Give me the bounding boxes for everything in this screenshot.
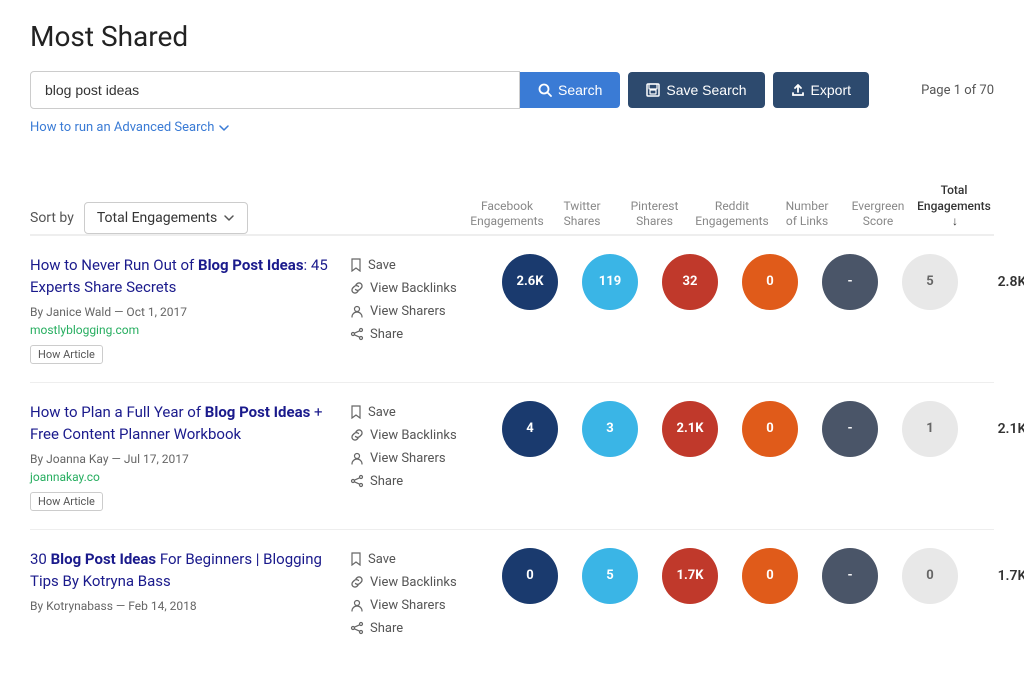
pinterest-metric-2: 2.1K (662, 401, 718, 457)
export-icon (791, 83, 805, 97)
share-icon (350, 621, 364, 635)
total-metric-1: 2.8K (982, 274, 1024, 290)
result-meta-3: By Kotrynabass — Feb 14, 2018 (30, 599, 340, 613)
share-action-3[interactable]: Share (350, 621, 470, 636)
sort-controls: Sort by Total Engagements (30, 192, 248, 234)
search-bar: Search Save Search Export Page 1 of 70 (30, 71, 994, 109)
result-title-3[interactable]: 30 Blog Post Ideas For Beginners | Blogg… (30, 548, 340, 593)
page-title: Most Shared (30, 20, 994, 53)
advanced-search-link[interactable]: How to run an Advanced Search (30, 120, 230, 135)
results-list: How to Never Run Out of Blog Post Ideas:… (30, 235, 994, 662)
save-icon (646, 83, 660, 97)
col-total: Total Engagements ↓ (914, 183, 994, 234)
result-actions-3: Save View Backlinks View Sharers Share (350, 548, 470, 644)
reddit-metric-3: 0 (742, 548, 798, 604)
links-metric-1: - (822, 254, 878, 310)
result-title-1[interactable]: How to Never Run Out of Blog Post Ideas:… (30, 254, 340, 299)
reddit-metric-2: 0 (742, 401, 798, 457)
result-content-2: How to Plan a Full Year of Blog Post Ide… (30, 401, 340, 511)
share-action-2[interactable]: Share (350, 474, 470, 489)
person-icon (350, 598, 364, 612)
save-action-2[interactable]: Save (350, 405, 470, 420)
page-info: Page 1 of 70 (921, 83, 994, 98)
evergreen-metric-3: 0 (902, 548, 958, 604)
col-evergreen: Evergreen Score (842, 199, 914, 234)
columns-header: Facebook Engagements Twitter Shares Pint… (467, 183, 994, 234)
table-row: How to Never Run Out of Blog Post Ideas:… (30, 235, 994, 382)
view-sharers-action-1[interactable]: View Sharers (350, 304, 470, 319)
result-title-2[interactable]: How to Plan a Full Year of Blog Post Ide… (30, 401, 340, 446)
bookmark-icon (350, 552, 362, 566)
metrics-1: 2.6K 119 32 0 - 5 2.8K (490, 254, 1024, 310)
result-tag-2: How Article (30, 492, 103, 511)
save-search-button[interactable]: Save Search (628, 72, 764, 108)
col-reddit: Reddit Engagements (692, 199, 772, 234)
col-twitter: Twitter Shares (547, 199, 617, 234)
twitter-metric-3: 5 (582, 548, 638, 604)
result-actions-1: Save View Backlinks View Sharers Share (350, 254, 470, 350)
links-metric-3: - (822, 548, 878, 604)
result-meta-2: By Joanna Kay — Jul 17, 2017 (30, 452, 340, 466)
metrics-2: 4 3 2.1K 0 - 1 2.1K (490, 401, 1024, 457)
table-row: How to Plan a Full Year of Blog Post Ide… (30, 382, 994, 529)
share-action-1[interactable]: Share (350, 327, 470, 342)
view-sharers-action-2[interactable]: View Sharers (350, 451, 470, 466)
header-sort-row: Sort by Total Engagements Facebook Engag… (30, 173, 994, 235)
link-icon (350, 428, 364, 442)
result-actions-2: Save View Backlinks View Sharers Share (350, 401, 470, 497)
facebook-metric-3: 0 (502, 548, 558, 604)
pinterest-metric-3: 1.7K (662, 548, 718, 604)
chevron-down-icon (218, 122, 230, 134)
sort-dropdown[interactable]: Total Engagements (84, 202, 248, 234)
col-links: Number of Links (772, 199, 842, 234)
result-tag-1: How Article (30, 345, 103, 364)
evergreen-metric-2: 1 (902, 401, 958, 457)
person-icon (350, 451, 364, 465)
link-icon (350, 281, 364, 295)
result-domain-1[interactable]: mostlyblogging.com (30, 323, 340, 337)
view-backlinks-action-2[interactable]: View Backlinks (350, 428, 470, 443)
view-backlinks-action-1[interactable]: View Backlinks (350, 281, 470, 296)
search-button[interactable]: Search (520, 72, 620, 108)
total-metric-2: 2.1K (982, 421, 1024, 437)
export-button[interactable]: Export (773, 72, 869, 108)
share-icon (350, 474, 364, 488)
result-content-3: 30 Blog Post Ideas For Beginners | Blogg… (30, 548, 340, 617)
twitter-metric-1: 119 (582, 254, 638, 310)
pinterest-metric-1: 32 (662, 254, 718, 310)
person-icon (350, 304, 364, 318)
facebook-metric-1: 2.6K (502, 254, 558, 310)
links-metric-2: - (822, 401, 878, 457)
result-content-1: How to Never Run Out of Blog Post Ideas:… (30, 254, 340, 364)
metrics-3: 0 5 1.7K 0 - 0 1.7K (490, 548, 1024, 604)
view-sharers-action-3[interactable]: View Sharers (350, 598, 470, 613)
sort-label: Sort by (30, 210, 74, 226)
col-facebook: Facebook Engagements (467, 199, 547, 234)
save-action-1[interactable]: Save (350, 258, 470, 273)
save-action-3[interactable]: Save (350, 552, 470, 567)
search-input[interactable] (30, 71, 520, 109)
result-domain-2[interactable]: joannakay.co (30, 470, 340, 484)
reddit-metric-1: 0 (742, 254, 798, 310)
twitter-metric-2: 3 (582, 401, 638, 457)
facebook-metric-2: 4 (502, 401, 558, 457)
link-icon (350, 575, 364, 589)
col-pinterest: Pinterest Shares (617, 199, 692, 234)
share-icon (350, 327, 364, 341)
total-metric-3: 1.7K (982, 568, 1024, 584)
chevron-down-icon (223, 212, 235, 224)
bookmark-icon (350, 258, 362, 272)
search-icon (538, 83, 552, 97)
view-backlinks-action-3[interactable]: View Backlinks (350, 575, 470, 590)
evergreen-metric-1: 5 (902, 254, 958, 310)
table-row: 30 Blog Post Ideas For Beginners | Blogg… (30, 529, 994, 662)
result-meta-1: By Janice Wald — Oct 1, 2017 (30, 305, 340, 319)
bookmark-icon (350, 405, 362, 419)
